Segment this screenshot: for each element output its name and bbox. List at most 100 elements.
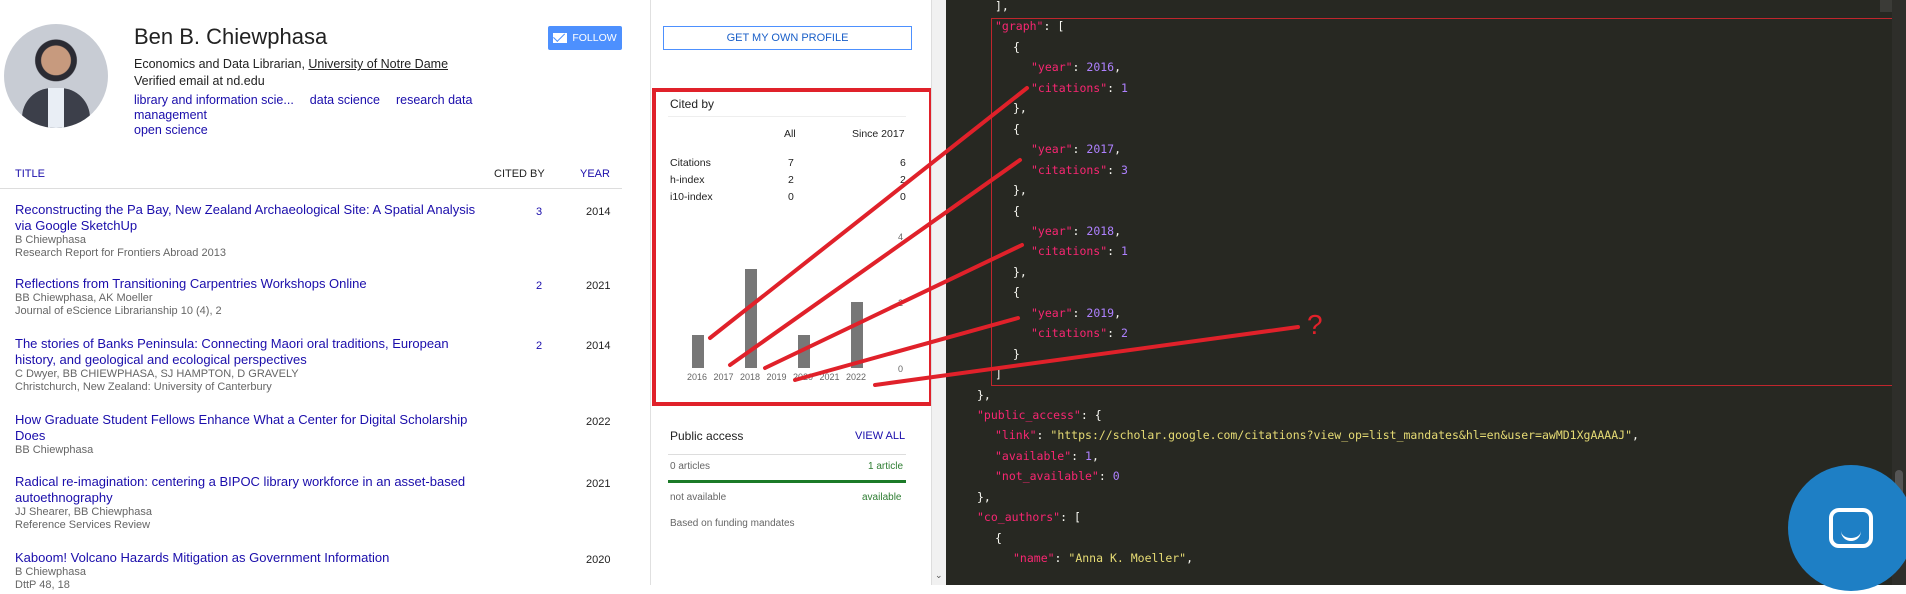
- code-line: "available": 1,: [995, 448, 1099, 465]
- not-available-label: not available: [670, 492, 727, 503]
- publication-year: 2021: [586, 478, 611, 490]
- code-token: :: [1098, 469, 1113, 484]
- envelope-icon: [553, 33, 568, 43]
- publication-year: 2022: [586, 416, 611, 428]
- code-token: : [: [1060, 510, 1081, 525]
- publication-title[interactable]: Reconstructing the Pa Bay, New Zealand A…: [15, 202, 485, 234]
- code-line: "co_authors": [: [977, 509, 1081, 526]
- code-token: "name": [1013, 551, 1055, 566]
- follow-button[interactable]: FOLLOW: [548, 26, 622, 50]
- graph-highlight-box: [991, 18, 1906, 386]
- code-token: "co_authors": [977, 510, 1061, 525]
- publication-year: 2014: [586, 206, 611, 218]
- interest-link[interactable]: library and information scie...: [134, 93, 294, 107]
- code-token: : {: [1080, 408, 1102, 422]
- chat-widget-button[interactable]: [1788, 465, 1906, 591]
- code-token: "public_access": [977, 408, 1081, 422]
- cited-count[interactable]: 2: [536, 280, 542, 292]
- code-line: "link": "https://scholar.google.com/cita…: [995, 427, 1639, 444]
- code-line: "public_access": {: [977, 407, 1102, 424]
- chevron-down-icon[interactable]: ⌄: [935, 570, 943, 581]
- table-row: Kaboom! Volcano Hazards Mitigation as Go…: [0, 546, 622, 594]
- publication-title[interactable]: Radical re-imagination: centering a BIPO…: [15, 474, 485, 506]
- code-token: ],: [995, 0, 1009, 13]
- table-row: The stories of Banks Peninsula: Connecti…: [0, 332, 622, 408]
- code-token: :: [1054, 551, 1069, 566]
- available-label: available: [862, 492, 902, 503]
- affiliation-link[interactable]: University of Notre Dame: [308, 57, 448, 71]
- code-token: ,: [1091, 448, 1099, 463]
- publication-list: Reconstructing the Pa Bay, New Zealand A…: [0, 198, 622, 594]
- code-token: :: [1071, 448, 1086, 463]
- publication-title[interactable]: Kaboom! Volcano Hazards Mitigation as Go…: [15, 550, 485, 566]
- profile-affiliation: Economics and Data Librarian, University…: [134, 57, 448, 71]
- interest-link[interactable]: data science: [310, 93, 380, 107]
- publication-year: 2014: [586, 340, 611, 352]
- avatar[interactable]: [4, 24, 108, 128]
- code-token: :: [1036, 428, 1051, 443]
- divider: [668, 454, 906, 455]
- code-token: {: [995, 530, 1002, 545]
- title-sort-header[interactable]: TITLE: [15, 168, 45, 180]
- publication-authors: C Dwyer, BB CHIEWPHASA, SJ HAMPTON, D GR…: [15, 368, 299, 380]
- interests-list: library and information scie... data scie…: [134, 93, 564, 138]
- publication-authors: JJ Shearer, BB Chiewphasa: [15, 506, 152, 518]
- code-line: "name": "Anna K. Moeller",: [1013, 550, 1193, 567]
- publication-venue: DttP 48, 18: [15, 579, 70, 591]
- table-row: Reconstructing the Pa Bay, New Zealand A…: [0, 198, 622, 272]
- code-token: "available": [995, 448, 1072, 463]
- not-available-count[interactable]: 0 articles: [670, 461, 710, 472]
- panel-control[interactable]: [1880, 0, 1892, 12]
- code-token: "Anna K. Moeller": [1068, 551, 1187, 566]
- column-divider: [650, 0, 651, 585]
- get-my-own-profile-button[interactable]: GET MY OWN PROFILE: [663, 26, 912, 50]
- publication-title[interactable]: Reflections from Transitioning Carpentri…: [15, 276, 485, 292]
- publication-year: 2021: [586, 280, 611, 292]
- code-line: },: [977, 489, 991, 506]
- publication-year: 2020: [586, 554, 611, 566]
- code-line: "not_available": 0: [995, 468, 1120, 485]
- available-count[interactable]: 1 article: [868, 461, 903, 472]
- code-token: },: [977, 387, 991, 402]
- code-token: ,: [1632, 428, 1639, 443]
- verified-email: Verified email at nd.edu: [134, 74, 265, 88]
- funding-note: Based on funding mandates: [670, 518, 795, 529]
- left-scrollbar[interactable]: ⌄: [931, 0, 947, 585]
- publication-venue: Journal of eScience Librarianship 10 (4)…: [15, 305, 222, 317]
- year-sort-header[interactable]: YEAR: [580, 168, 610, 180]
- cited-count[interactable]: 2: [536, 340, 542, 352]
- code-token: 1: [1085, 448, 1092, 463]
- annotation-highlight-box: [652, 88, 933, 406]
- publication-venue: Research Report for Frontiers Abroad 201…: [15, 247, 226, 259]
- view-all-link[interactable]: VIEW ALL: [855, 430, 905, 442]
- table-row: Radical re-imagination: centering a BIPO…: [0, 470, 622, 546]
- publication-title[interactable]: The stories of Banks Peninsula: Connecti…: [15, 336, 485, 368]
- publication-authors: B Chiewphasa: [15, 566, 86, 578]
- publication-authors: BB Chiewphasa: [15, 444, 94, 456]
- code-line: ],: [995, 0, 1009, 15]
- code-token: ,: [1186, 551, 1194, 566]
- chat-icon: [1829, 508, 1873, 548]
- code-token: 0: [1112, 469, 1120, 484]
- code-token: },: [977, 489, 991, 504]
- code-token: "link": [995, 428, 1037, 443]
- code-token: "not_available": [995, 469, 1099, 484]
- table-row: Reflections from Transitioning Carpentri…: [0, 272, 622, 332]
- affiliation-text: Economics and Data Librarian,: [134, 57, 309, 71]
- code-line: {: [995, 530, 1002, 547]
- code-line: },: [977, 387, 991, 404]
- table-header: TITLE CITED BY YEAR: [0, 156, 622, 189]
- cited-by-header: CITED BY: [494, 168, 545, 180]
- profile-name: Ben B. Chiewphasa: [134, 24, 328, 49]
- interest-link[interactable]: open science: [134, 123, 208, 137]
- publication-venue: Christchurch, New Zealand: University of…: [15, 381, 272, 393]
- publication-authors: B Chiewphasa: [15, 234, 86, 246]
- table-row: How Graduate Student Fellows Enhance Wha…: [0, 408, 622, 470]
- code-token: "https://scholar.google.com/citations?vi…: [1050, 428, 1632, 443]
- cited-count[interactable]: 3: [536, 206, 542, 218]
- publication-venue: Reference Services Review: [15, 519, 151, 531]
- publication-authors: BB Chiewphasa, AK Moeller: [15, 292, 153, 304]
- public-access-bar: [668, 480, 906, 483]
- publication-title[interactable]: How Graduate Student Fellows Enhance Wha…: [15, 412, 485, 444]
- follow-label: FOLLOW: [572, 32, 617, 44]
